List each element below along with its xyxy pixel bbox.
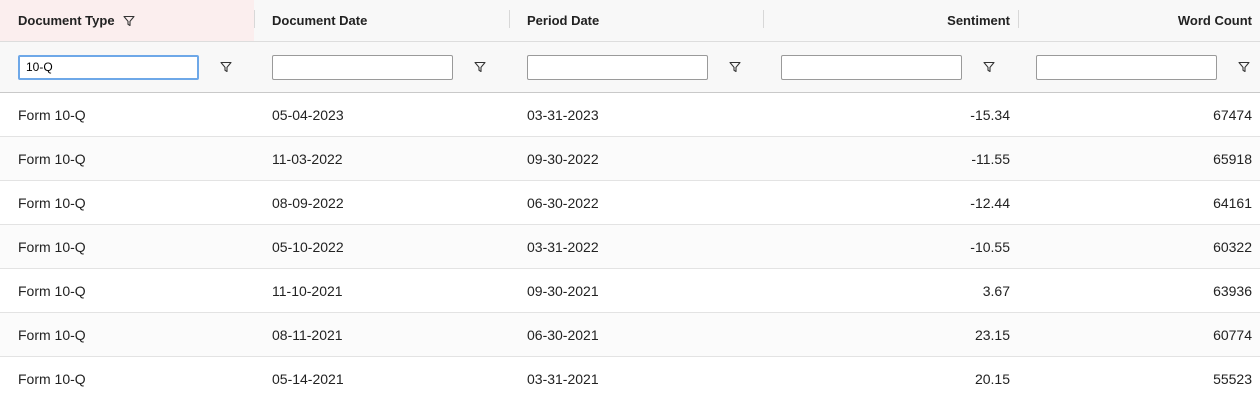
cell-word-count: 63936 [1213, 282, 1252, 299]
column-separator[interactable] [254, 10, 255, 28]
table-row[interactable]: Form 10-Q 05-14-2021 03-31-2021 20.15 55… [0, 357, 1260, 398]
filter-input-document-date[interactable] [272, 54, 453, 80]
cell-document-date: 08-09-2022 [272, 194, 344, 211]
active-filter-icon [123, 15, 135, 27]
filter-cell-sentiment [763, 42, 1018, 92]
cell-document-date: 05-04-2023 [272, 106, 344, 123]
cell-document-date: 05-10-2022 [272, 238, 344, 255]
cell-document-type: Form 10-Q [18, 150, 86, 167]
cell-document-type: Form 10-Q [18, 326, 86, 343]
column-header-sentiment[interactable]: Sentiment [763, 0, 1018, 41]
column-header-period-date[interactable]: Period Date [509, 0, 763, 41]
cell-document-date: 05-14-2021 [272, 370, 344, 387]
column-separator[interactable] [1018, 10, 1019, 28]
cell-document-type: Form 10-Q [18, 106, 86, 123]
grid-filter-row [0, 42, 1260, 93]
cell-sentiment: -11.55 [971, 150, 1010, 167]
table-row[interactable]: Form 10-Q 08-09-2022 06-30-2022 -12.44 6… [0, 181, 1260, 225]
filter-icon[interactable] [1234, 57, 1254, 77]
cell-period-date: 09-30-2021 [527, 282, 599, 299]
filter-cell-document-date [254, 42, 509, 92]
cell-word-count: 60774 [1213, 326, 1252, 343]
filter-cell-word-count [1018, 42, 1260, 92]
grid-header-row: Document Type Document Date Period Date … [0, 0, 1260, 42]
cell-document-date: 11-10-2021 [272, 282, 343, 299]
cell-word-count: 67474 [1213, 106, 1252, 123]
filter-cell-period-date [509, 42, 763, 92]
cell-word-count: 60322 [1213, 238, 1252, 255]
column-header-label: Document Date [272, 13, 368, 28]
cell-word-count: 55523 [1213, 370, 1252, 387]
cell-period-date: 03-31-2022 [527, 238, 599, 255]
column-header-document-date[interactable]: Document Date [254, 0, 509, 41]
filter-icon[interactable] [470, 57, 490, 77]
cell-period-date: 03-31-2023 [527, 106, 599, 123]
cell-period-date: 03-31-2021 [527, 370, 599, 387]
filter-icon[interactable] [725, 57, 745, 77]
cell-period-date: 06-30-2021 [527, 326, 599, 343]
column-separator[interactable] [509, 10, 510, 28]
cell-word-count: 64161 [1213, 194, 1252, 211]
filter-input-document-type[interactable] [18, 54, 199, 80]
cell-document-type: Form 10-Q [18, 370, 86, 387]
cell-document-type: Form 10-Q [18, 194, 86, 211]
filter-cell-document-type [0, 42, 254, 92]
cell-period-date: 09-30-2022 [527, 150, 599, 167]
data-grid: Document Type Document Date Period Date … [0, 0, 1260, 398]
cell-document-date: 11-03-2022 [272, 150, 343, 167]
cell-sentiment: -10.55 [970, 238, 1010, 255]
column-header-word-count[interactable]: Word Count [1018, 0, 1260, 41]
cell-sentiment: 23.15 [974, 326, 1010, 343]
cell-period-date: 06-30-2022 [527, 194, 599, 211]
cell-sentiment: 20.15 [974, 370, 1010, 387]
table-row[interactable]: Form 10-Q 08-11-2021 06-30-2021 23.15 60… [0, 313, 1260, 357]
cell-sentiment: 3.67 [982, 282, 1010, 299]
column-header-label: Period Date [527, 13, 600, 28]
cell-document-type: Form 10-Q [18, 238, 86, 255]
table-row[interactable]: Form 10-Q 05-04-2023 03-31-2023 -15.34 6… [0, 93, 1260, 137]
cell-sentiment: -15.34 [970, 106, 1010, 123]
filter-input-sentiment[interactable] [781, 54, 962, 80]
table-row[interactable]: Form 10-Q 11-03-2022 09-30-2022 -11.55 6… [0, 137, 1260, 181]
filter-input-word-count[interactable] [1036, 54, 1217, 80]
cell-document-type: Form 10-Q [18, 282, 86, 299]
column-header-label: Document Type [18, 13, 115, 28]
column-header-document-type[interactable]: Document Type [0, 0, 254, 41]
table-row[interactable]: Form 10-Q 11-10-2021 09-30-2021 3.67 639… [0, 269, 1260, 313]
cell-sentiment: -12.44 [970, 194, 1010, 211]
cell-document-date: 08-11-2021 [272, 326, 343, 343]
filter-icon[interactable] [216, 57, 236, 77]
cell-word-count: 65918 [1213, 150, 1252, 167]
column-header-label: Word Count [1177, 13, 1252, 28]
filter-input-period-date[interactable] [527, 54, 708, 80]
column-separator[interactable] [763, 10, 764, 28]
column-header-label: Sentiment [947, 13, 1010, 28]
table-row[interactable]: Form 10-Q 05-10-2022 03-31-2022 -10.55 6… [0, 225, 1260, 269]
filter-icon[interactable] [979, 57, 999, 77]
